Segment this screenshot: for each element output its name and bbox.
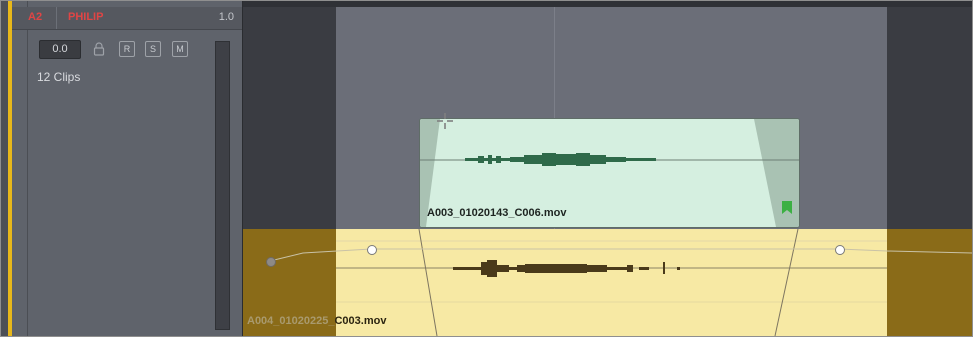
keyframe-handle[interactable] <box>367 245 377 255</box>
track-number-label: 1.0 <box>218 11 234 23</box>
keyframe-handle[interactable] <box>835 245 845 255</box>
flag-marker-icon[interactable] <box>781 201 793 215</box>
track-gap-right <box>887 7 972 229</box>
timeline-top-bar <box>243 1 972 7</box>
crosshair-cursor-icon <box>437 113 453 129</box>
solo-button[interactable]: S <box>145 41 161 57</box>
header-edge <box>1 1 8 336</box>
video-clip-name: A003_01020143_C006.mov <box>427 207 567 219</box>
timeline-area[interactable]: A003_01020143_C006.mov A004_01020225_C00… <box>243 1 972 336</box>
audio-level-meter <box>215 41 230 330</box>
video-clip-waveform <box>465 153 656 166</box>
audio-clip-name-prefix: A004_01020225_ <box>247 315 335 327</box>
audio-clip-name: A004_01020225_C003.mov <box>247 315 386 327</box>
track-color-strip <box>8 1 12 336</box>
record-button[interactable]: R <box>119 41 135 57</box>
keyframe-handle[interactable] <box>266 257 276 267</box>
clip-count-label: 12 Clips <box>37 70 81 84</box>
track-id-label: A2 <box>28 11 43 23</box>
header-divider <box>27 1 28 336</box>
track-header: A2 PHILIP 1.0 0.0 R S M 12 Clips <box>1 1 243 336</box>
track-volume-field[interactable]: 0.0 <box>39 40 81 59</box>
video-clip[interactable]: A003_01020143_C006.mov <box>419 118 800 228</box>
track-gap-left <box>243 7 336 229</box>
audio-clip-name-suffix: C003.mov <box>334 315 387 327</box>
title-divider <box>56 7 57 29</box>
audio-clip[interactable]: A004_01020225_C003.mov <box>243 229 972 336</box>
track-title-row: A2 PHILIP 1.0 <box>12 7 242 30</box>
audio-clip-waveform <box>453 260 680 277</box>
lock-icon[interactable] <box>92 42 106 56</box>
mute-button[interactable]: M <box>172 41 188 57</box>
timeline-window: A2 PHILIP 1.0 0.0 R S M 12 Clips A003_01… <box>0 0 973 337</box>
track-name-label[interactable]: PHILIP <box>68 11 103 23</box>
